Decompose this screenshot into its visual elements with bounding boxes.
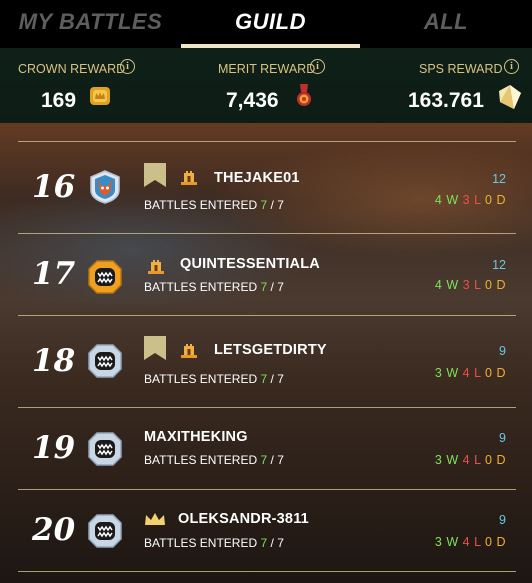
rank-number: 16	[32, 169, 76, 205]
sps-info-icon[interactable]: i	[504, 59, 519, 74]
losses: 3 L	[462, 278, 482, 292]
draws: 0 D	[485, 535, 506, 549]
list-item[interactable]: 18 LETSGETDIRTY BATTLES ENTERED 7 / 7 9 …	[18, 316, 516, 406]
losses: 4 L	[462, 535, 482, 549]
rank-number: 18	[32, 343, 76, 379]
silver-monster-avatar-icon	[88, 432, 122, 466]
draws: 0 D	[485, 193, 506, 207]
crown-coin-icon	[90, 87, 110, 105]
battles-entered: BATTLES ENTERED 7 / 7	[144, 536, 284, 550]
silver-monster-avatar-icon	[88, 344, 122, 378]
battles-entered: BATTLES ENTERED 7 / 7	[144, 372, 284, 386]
crown-icon	[145, 513, 165, 525]
tab-my-battles[interactable]: MY BATTLES	[0, 0, 181, 48]
score-value: 12	[492, 258, 506, 272]
battles-entered-count: 7	[260, 453, 268, 467]
battles-total: 7	[277, 198, 284, 212]
win-loss-draw: 3 W 4 L 0 D	[435, 366, 506, 380]
battles-entered-count: 7	[260, 198, 268, 212]
battles-total: 7	[277, 372, 284, 386]
merit-info-icon[interactable]: i	[310, 59, 325, 74]
losses: 4 L	[462, 453, 482, 467]
bookmark-flag-icon	[144, 336, 166, 360]
battles-label: BATTLES ENTERED	[144, 198, 258, 212]
wins: 4 W	[434, 278, 459, 292]
guild-tower-icon	[181, 344, 197, 358]
battles-label: BATTLES ENTERED	[144, 536, 258, 550]
silver-monster-avatar-icon	[88, 514, 122, 548]
score-value: 12	[492, 172, 506, 186]
draws: 0 D	[485, 278, 506, 292]
player-name[interactable]: THEJAKE01	[214, 170, 300, 186]
battles-label: BATTLES ENTERED	[144, 453, 258, 467]
list-item[interactable]: 20 OLEKSANDR-3811 BATTLES ENTERED 7 / 7 …	[18, 490, 516, 580]
tab-guild[interactable]: GUILD	[181, 0, 360, 48]
win-loss-draw: 4 W 3 L 0 D	[435, 193, 506, 207]
wins: 3 W	[434, 366, 459, 380]
battles-entered-count: 7	[260, 536, 268, 550]
wins: 3 W	[434, 535, 459, 549]
merit-reward-value: 7,436	[226, 89, 279, 112]
orange-monster-avatar-icon	[88, 260, 122, 294]
sps-reward-value: 163.761	[408, 89, 484, 112]
battles-entered: BATTLES ENTERED 7 / 7	[144, 198, 284, 212]
crown-reward-value: 169	[41, 89, 77, 112]
battles-label: BATTLES ENTERED	[144, 280, 258, 294]
guild-tower-icon	[148, 260, 164, 274]
battles-entered: BATTLES ENTERED 7 / 7	[144, 453, 284, 467]
list-item[interactable]: 17 QUINTESSENTIALA BATTLES ENTERED 7 / 7…	[18, 234, 516, 324]
battles-total: 7	[277, 453, 284, 467]
draws: 0 D	[485, 453, 506, 467]
battles-entered: BATTLES ENTERED 7 / 7	[144, 280, 284, 294]
merit-reward-label: MERIT REWARD	[218, 62, 316, 76]
bookmark-flag-icon	[144, 163, 166, 187]
rewards-bar: CROWN REWARD i 169 MERIT REWARD i 7,436 …	[0, 48, 532, 123]
sps-reward-label: SPS REWARD	[419, 62, 503, 76]
battles-entered-count: 7	[260, 372, 268, 386]
win-loss-draw: 3 W 4 L 0 D	[435, 535, 506, 549]
rank-number: 20	[32, 512, 76, 548]
player-name[interactable]: MAXITHEKING	[144, 429, 248, 445]
win-loss-draw: 3 W 4 L 0 D	[435, 453, 506, 467]
crown-reward-label: CROWN REWARD	[18, 62, 126, 76]
score-value: 9	[499, 431, 506, 445]
list-item[interactable]: 16 THEJAKE01 BATTLES ENTERED 7 / 7 12 4 …	[18, 142, 516, 232]
draws: 0 D	[485, 366, 506, 380]
wins: 4 W	[434, 193, 459, 207]
guild-tower-icon	[181, 171, 197, 185]
list-item[interactable]: 19 MAXITHEKING BATTLES ENTERED 7 / 7 9 3…	[18, 408, 516, 498]
win-loss-draw: 4 W 3 L 0 D	[435, 278, 506, 292]
tab-bar: MY BATTLES GUILD ALL	[0, 0, 532, 48]
player-name[interactable]: QUINTESSENTIALA	[180, 256, 320, 272]
fox-avatar-icon	[90, 170, 120, 204]
score-value: 9	[499, 513, 506, 527]
battles-total: 7	[277, 536, 284, 550]
score-value: 9	[499, 344, 506, 358]
player-name[interactable]: OLEKSANDR-3811	[178, 511, 309, 527]
tab-all[interactable]: ALL	[360, 0, 532, 48]
rank-number: 19	[32, 430, 76, 466]
sps-token-icon	[499, 85, 521, 109]
merit-medal-icon	[297, 84, 311, 106]
losses: 4 L	[462, 366, 482, 380]
losses: 3 L	[462, 193, 482, 207]
crown-info-icon[interactable]: i	[120, 59, 135, 74]
battles-label: BATTLES ENTERED	[144, 372, 258, 386]
player-name[interactable]: LETSGETDIRTY	[214, 342, 327, 358]
battles-total: 7	[277, 280, 284, 294]
battles-entered-count: 7	[260, 280, 268, 294]
rank-number: 17	[32, 256, 76, 292]
wins: 3 W	[434, 453, 459, 467]
